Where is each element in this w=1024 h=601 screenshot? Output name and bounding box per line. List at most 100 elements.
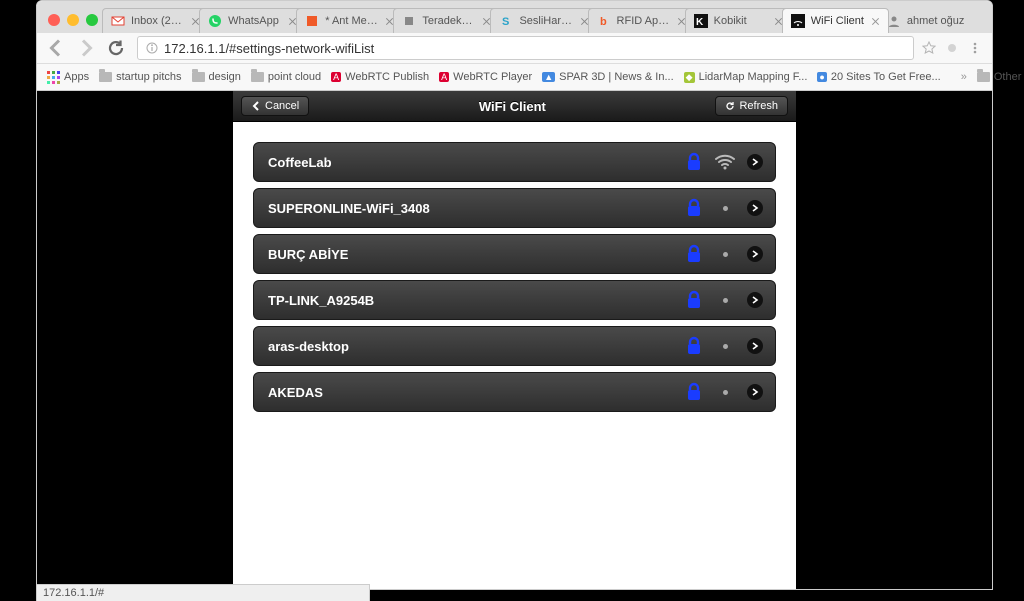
browser-window: Inbox (28) - ah WhatsApp * Ant Media | T… bbox=[36, 0, 993, 590]
tab-label: RFID Applicatio bbox=[617, 15, 671, 27]
maximize-window-icon[interactable] bbox=[86, 14, 98, 26]
network-row[interactable]: aras-desktop bbox=[253, 326, 776, 366]
wifi-signal-icon bbox=[713, 252, 737, 257]
svg-text:b: b bbox=[600, 16, 607, 28]
tab-whatsapp[interactable]: WhatsApp bbox=[199, 8, 306, 33]
network-ssid: AKEDAS bbox=[268, 385, 675, 400]
chevron-right-icon[interactable] bbox=[747, 200, 763, 216]
back-button[interactable] bbox=[47, 39, 65, 57]
rfid-icon: b bbox=[597, 14, 611, 28]
cancel-button[interactable]: Cancel bbox=[241, 96, 309, 116]
folder-icon bbox=[192, 72, 205, 82]
close-window-icon[interactable] bbox=[48, 14, 60, 26]
close-icon[interactable] bbox=[871, 17, 880, 26]
lock-icon bbox=[685, 336, 703, 356]
tab-label: WhatsApp bbox=[228, 15, 282, 27]
profile-name: ahmet oğuz bbox=[907, 15, 964, 27]
tab-label: * Ant Media | T bbox=[325, 15, 379, 27]
bookmark-label: Apps bbox=[64, 71, 89, 83]
page-viewport: Cancel WiFi Client Refresh CoffeeLab SUPE… bbox=[37, 91, 992, 589]
bookmark-item[interactable]: ▲SPAR 3D | News & In... bbox=[542, 71, 673, 83]
tab-label: WiFi Client bbox=[811, 15, 865, 27]
tab-inbox[interactable]: Inbox (28) - ah bbox=[102, 8, 209, 33]
network-list: CoffeeLab SUPERONLINE-WiFi_3408 BURÇ ABİYE… bbox=[233, 122, 796, 438]
tab-wificlient[interactable]: WiFi Client bbox=[782, 8, 889, 33]
chevron-left-icon bbox=[251, 101, 261, 111]
bookmark-label: Other Bookmarks bbox=[994, 71, 1024, 83]
antmedia-icon bbox=[305, 14, 319, 28]
bookmark-folder[interactable]: point cloud bbox=[251, 71, 321, 83]
teradek-icon bbox=[402, 14, 416, 28]
overflow-icon[interactable]: » bbox=[961, 71, 967, 83]
cancel-label: Cancel bbox=[265, 100, 299, 112]
bookmark-label: WebRTC Publish bbox=[345, 71, 429, 83]
network-ssid: BURÇ ABİYE bbox=[268, 247, 675, 262]
url-text: 172.16.1.1/#settings-network-wifiList bbox=[164, 41, 374, 56]
network-row[interactable]: CoffeeLab bbox=[253, 142, 776, 182]
bookmark-label: SPAR 3D | News & In... bbox=[559, 71, 674, 83]
bookmark-label: point cloud bbox=[268, 71, 321, 83]
person-icon bbox=[887, 14, 901, 28]
forward-button[interactable] bbox=[77, 39, 95, 57]
network-row[interactable]: AKEDAS bbox=[253, 372, 776, 412]
site-icon: ◆ bbox=[684, 72, 695, 83]
network-row[interactable]: TP-LINK_A9254B bbox=[253, 280, 776, 320]
tab-teradek[interactable]: Teradek_VidiU bbox=[393, 8, 500, 33]
reload-button[interactable] bbox=[107, 39, 125, 57]
app-root: Cancel WiFi Client Refresh CoffeeLab SUPE… bbox=[233, 91, 796, 589]
refresh-icon bbox=[725, 101, 735, 111]
refresh-button[interactable]: Refresh bbox=[715, 96, 788, 116]
folder-icon bbox=[99, 72, 112, 82]
lock-icon bbox=[685, 244, 703, 264]
wifi-tab-icon bbox=[791, 14, 805, 28]
star-icon[interactable] bbox=[922, 41, 936, 55]
bookmark-item[interactable]: ◆LidarMap Mapping F... bbox=[684, 71, 808, 83]
tab-label: Teradek_VidiU bbox=[422, 15, 476, 27]
lock-icon bbox=[685, 152, 703, 172]
lock-icon bbox=[685, 290, 703, 310]
bookmark-label: design bbox=[209, 71, 241, 83]
bookmark-folder[interactable]: startup pitchs bbox=[99, 71, 181, 83]
page-title: WiFi Client bbox=[479, 99, 546, 114]
status-bar: 172.16.1.1/# bbox=[36, 584, 370, 601]
network-ssid: CoffeeLab bbox=[268, 155, 675, 170]
bookmark-folder[interactable]: design bbox=[192, 71, 241, 83]
tab-sesliharfler[interactable]: S SesliHarfler Ad bbox=[490, 8, 597, 33]
network-row[interactable]: SUPERONLINE-WiFi_3408 bbox=[253, 188, 776, 228]
bookmark-label: 20 Sites To Get Free... bbox=[831, 71, 941, 83]
sesliharfler-icon: S bbox=[499, 14, 513, 28]
tab-kobikit[interactable]: K Kobikit bbox=[685, 8, 792, 33]
wifi-signal-icon bbox=[713, 390, 737, 395]
wifi-signal-icon bbox=[713, 344, 737, 349]
angular-icon: A bbox=[439, 72, 449, 82]
bookmark-item[interactable]: A WebRTC Publish bbox=[331, 71, 429, 83]
other-bookmarks[interactable]: Other Bookmarks bbox=[977, 71, 1024, 83]
site-info-icon[interactable] bbox=[146, 42, 158, 54]
site-icon: ● bbox=[817, 72, 826, 82]
wifi-signal-icon bbox=[713, 206, 737, 211]
minimize-window-icon[interactable] bbox=[67, 14, 79, 26]
network-ssid: aras-desktop bbox=[268, 339, 675, 354]
network-row[interactable]: BURÇ ABİYE bbox=[253, 234, 776, 274]
chevron-right-icon[interactable] bbox=[747, 246, 763, 262]
apps-button[interactable]: Apps bbox=[47, 71, 89, 84]
chevron-right-icon[interactable] bbox=[747, 384, 763, 400]
bookmark-item[interactable]: A WebRTC Player bbox=[439, 71, 532, 83]
apps-icon bbox=[47, 71, 60, 84]
url-input[interactable]: 172.16.1.1/#settings-network-wifiList bbox=[137, 36, 914, 60]
angular-icon: A bbox=[331, 72, 341, 82]
bookmark-label: WebRTC Player bbox=[453, 71, 532, 83]
bookmark-item[interactable]: ● 20 Sites To Get Free... bbox=[817, 71, 940, 83]
gmail-icon bbox=[111, 14, 125, 28]
tab-antmedia[interactable]: * Ant Media | T bbox=[296, 8, 403, 33]
wifi-signal-icon bbox=[713, 154, 737, 170]
tab-rfid[interactable]: b RFID Applicatio bbox=[588, 8, 695, 33]
chevron-right-icon[interactable] bbox=[747, 154, 763, 170]
extension-dot-icon[interactable] bbox=[946, 42, 958, 54]
menu-icon[interactable] bbox=[968, 41, 982, 55]
chevron-right-icon[interactable] bbox=[747, 338, 763, 354]
profile-chip[interactable]: ahmet oğuz bbox=[879, 9, 984, 33]
bookmarks-bar: Apps startup pitchs design point cloud A… bbox=[37, 64, 992, 91]
app-header: Cancel WiFi Client Refresh bbox=[233, 91, 796, 122]
chevron-right-icon[interactable] bbox=[747, 292, 763, 308]
